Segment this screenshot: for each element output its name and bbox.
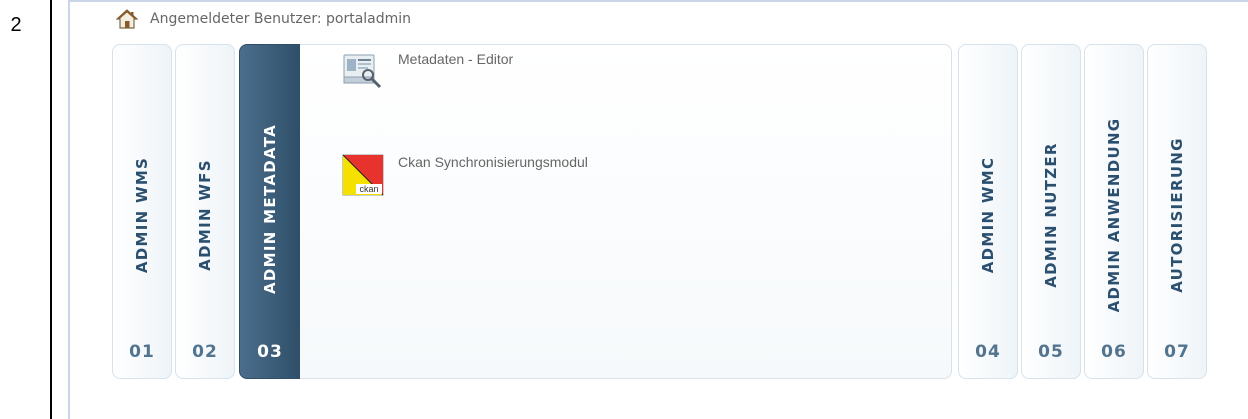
tab-admin-wms[interactable]: ADMIN WMS 01 bbox=[112, 44, 172, 379]
tab-label: ADMIN WFS bbox=[196, 159, 214, 271]
tab-label: ADMIN WMC bbox=[979, 156, 997, 274]
tab-admin-wfs[interactable]: ADMIN WFS 02 bbox=[175, 44, 235, 379]
breadcrumb: Angemeldeter Benutzer: portaladmin bbox=[116, 8, 411, 30]
tab-number: 03 bbox=[257, 342, 283, 362]
logged-in-user-label: Angemeldeter Benutzer: portaladmin bbox=[150, 11, 412, 27]
ckan-icon: ckan bbox=[342, 154, 384, 196]
home-icon[interactable] bbox=[116, 9, 138, 29]
tab-admin-anwendung[interactable]: ADMIN ANWENDUNG 06 bbox=[1084, 44, 1144, 379]
tab-number: 07 bbox=[1164, 342, 1190, 362]
tab-admin-metadata[interactable]: ADMIN METADATA 03 bbox=[239, 44, 301, 379]
row-number-column: 2 bbox=[0, 0, 52, 419]
metadata-editor-icon bbox=[343, 54, 382, 89]
tab-admin-nutzer[interactable]: ADMIN NUTZER 05 bbox=[1021, 44, 1081, 379]
tab-label: ADMIN METADATA bbox=[261, 124, 279, 294]
row-number: 2 bbox=[10, 14, 22, 36]
tab-number: 01 bbox=[129, 342, 155, 362]
tab-label: ADMIN WMS bbox=[133, 156, 151, 274]
app-label: Ckan Synchronisierungsmodul bbox=[398, 154, 588, 170]
tab-content-panel: Metadaten - Editor ckan Ckan Synchronisi… bbox=[300, 44, 952, 379]
tab-admin-wmc[interactable]: ADMIN WMC 04 bbox=[958, 44, 1018, 379]
tab-number: 04 bbox=[975, 342, 1001, 362]
app-metadata-editor[interactable]: Metadaten - Editor bbox=[342, 51, 618, 93]
tab-number: 02 bbox=[192, 342, 218, 362]
app-ckan-sync[interactable]: ckan Ckan Synchronisierungsmodul bbox=[342, 154, 618, 196]
tab-label: ADMIN NUTZER bbox=[1042, 142, 1060, 288]
tab-number: 05 bbox=[1038, 342, 1064, 362]
ckan-icon-text: ckan bbox=[359, 184, 378, 194]
app-label: Metadaten - Editor bbox=[398, 51, 514, 67]
tab-label: AUTORISIERUNG bbox=[1168, 137, 1186, 293]
tab-label: ADMIN ANWENDUNG bbox=[1105, 117, 1123, 313]
tab-number: 06 bbox=[1101, 342, 1127, 362]
tab-autorisierung[interactable]: AUTORISIERUNG 07 bbox=[1147, 44, 1207, 379]
